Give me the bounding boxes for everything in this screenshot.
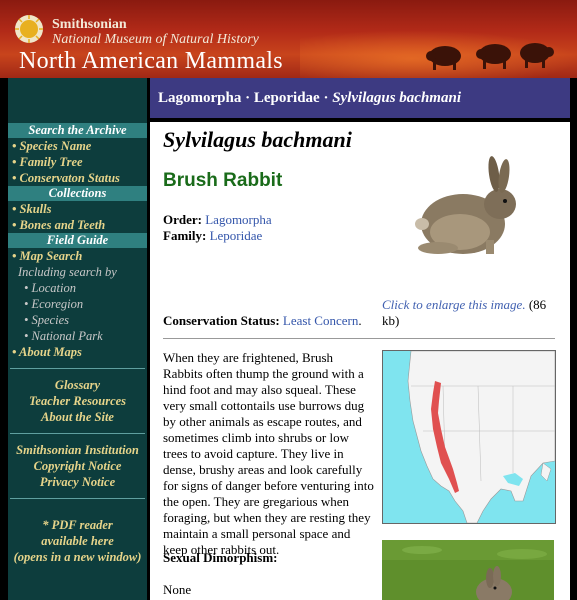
common-name: Brush Rabbit bbox=[163, 170, 283, 191]
nav-gap bbox=[8, 425, 147, 433]
smithsonian-sun-logo[interactable] bbox=[14, 14, 44, 44]
breadcrumb: Lagomorpha · Leporidae · Sylvilagus bach… bbox=[150, 78, 570, 118]
breadcrumb-species: Sylvilagus bachmani bbox=[332, 90, 461, 106]
nav-heading-search[interactable]: Search the Archive bbox=[8, 123, 147, 138]
breadcrumb-separator: · bbox=[319, 90, 333, 106]
nav-heading-collections[interactable]: Collections bbox=[8, 186, 147, 201]
range-map-graphic bbox=[407, 351, 555, 523]
nav-gap bbox=[8, 360, 147, 368]
nav-pdf-available[interactable]: available here bbox=[8, 533, 147, 549]
nav-privacy[interactable]: Privacy Notice bbox=[8, 474, 147, 490]
nav-species-name[interactable]: • Species Name bbox=[8, 138, 147, 154]
nav-conservation-status[interactable]: • Conservaton Status bbox=[8, 170, 147, 186]
nav-pdf-reader[interactable]: * PDF reader bbox=[8, 517, 147, 533]
scientific-name: Sylvilagus bachmani bbox=[163, 127, 352, 152]
nav-national-park[interactable]: • National Park bbox=[8, 328, 147, 344]
left-navigation: Search the Archive • Species Name • Fami… bbox=[8, 78, 147, 600]
nav-location[interactable]: • Location bbox=[8, 280, 147, 296]
range-map[interactable] bbox=[382, 350, 556, 524]
nav-map-search[interactable]: • Map Search bbox=[8, 248, 147, 264]
nav-copyright[interactable]: Copyright Notice bbox=[8, 458, 147, 474]
nav-skulls[interactable]: • Skulls bbox=[8, 201, 147, 217]
nav-glossary[interactable]: Glossary bbox=[8, 377, 147, 393]
rabbit-photo[interactable] bbox=[382, 540, 554, 600]
status-period: . bbox=[358, 313, 362, 328]
enlarge-caption: Click to enlarge this image. (86 kb) bbox=[382, 297, 562, 329]
enlarge-image-link[interactable]: Click to enlarge this image. bbox=[382, 297, 526, 312]
species-content: Sylvilagus bachmani Brush Rabbit Order: … bbox=[150, 122, 570, 600]
sexual-dimorphism-label: Sexual Dimorphism: bbox=[163, 550, 278, 565]
nav-family-tree[interactable]: • Family Tree bbox=[8, 154, 147, 170]
right-border bbox=[570, 78, 577, 600]
family-link[interactable]: Leporidae bbox=[210, 228, 263, 243]
nav-including-text: Including search by bbox=[18, 265, 117, 279]
nav-pdf-new-window[interactable]: (opens in a new window) bbox=[8, 549, 147, 565]
nav-about-site[interactable]: About the Site bbox=[8, 409, 147, 425]
nav-ecoregion[interactable]: • Ecoregion bbox=[8, 296, 147, 312]
breadcrumb-separator: · bbox=[241, 90, 254, 106]
family-label: Family: bbox=[163, 228, 207, 243]
nav-gap bbox=[8, 369, 147, 377]
conservation-status: Conservation Status: Least Concern. bbox=[163, 313, 362, 329]
breadcrumb-order[interactable]: Lagomorpha bbox=[158, 90, 241, 106]
order-row: Order: Lagomorpha bbox=[163, 212, 272, 228]
nav-teacher-resources[interactable]: Teacher Resources bbox=[8, 393, 147, 409]
taxonomy-block: Order: Lagomorpha Family: Leporidae bbox=[163, 212, 272, 244]
nav-gap bbox=[8, 434, 147, 442]
nav-bones-teeth[interactable]: • Bones and Teeth bbox=[8, 217, 147, 233]
institution-name[interactable]: Smithsonian bbox=[52, 17, 127, 33]
museum-name[interactable]: National Museum of Natural History bbox=[52, 32, 259, 48]
muskox-silhouettes bbox=[426, 43, 554, 70]
rabbit-photo-graphic bbox=[382, 540, 554, 600]
nav-gap bbox=[8, 490, 147, 498]
nav-about-maps[interactable]: • About Maps bbox=[8, 344, 147, 360]
site-banner: Smithsonian National Museum of Natural H… bbox=[0, 0, 577, 78]
status-label: Conservation Status: bbox=[163, 313, 280, 328]
nav-species[interactable]: • Species bbox=[8, 312, 147, 328]
nav-smithsonian-institution[interactable]: Smithsonian Institution bbox=[8, 442, 147, 458]
nav-heading-field-guide[interactable]: Field Guide bbox=[8, 233, 147, 248]
family-row: Family: Leporidae bbox=[163, 228, 272, 244]
order-link[interactable]: Lagomorpha bbox=[205, 212, 271, 227]
rabbit-illustration[interactable] bbox=[408, 152, 528, 267]
divider-line bbox=[163, 338, 555, 339]
order-label: Order: bbox=[163, 212, 202, 227]
status-link[interactable]: Least Concern bbox=[283, 313, 358, 328]
site-title[interactable]: North American Mammals bbox=[19, 48, 283, 75]
sexual-dimorphism-value: None bbox=[163, 582, 192, 597]
species-description: When they are frightened, Brush Rabbits … bbox=[163, 350, 374, 557]
nav-gap bbox=[8, 499, 147, 517]
breadcrumb-family[interactable]: Leporidae bbox=[254, 90, 320, 106]
